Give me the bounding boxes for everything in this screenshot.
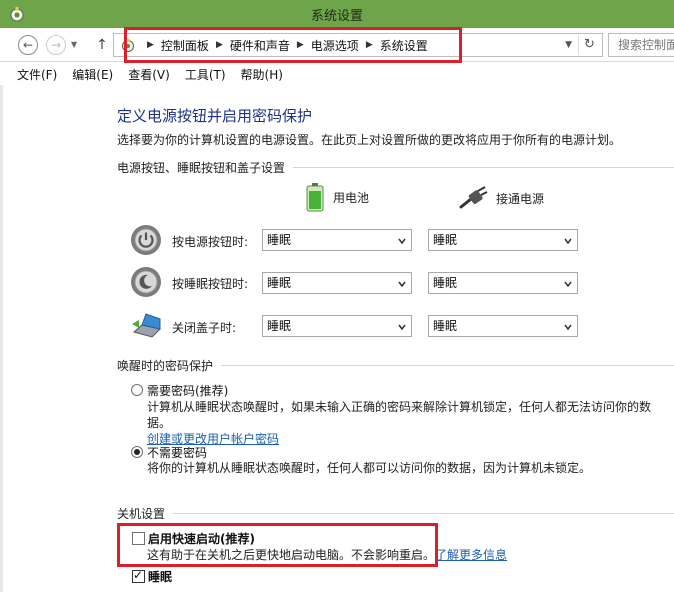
divider xyxy=(173,512,674,514)
chevron-right-icon[interactable]: ▶ xyxy=(216,40,223,50)
no-password-label[interactable]: 不需要密码 xyxy=(147,444,207,461)
navigation-bar: ← → ▼ ↑ ▶ 控制面板 ▶ 硬件和声音 ▶ 电源选项 ▶ 系统设置 ▼ ↻… xyxy=(0,28,674,62)
select-value: 睡眠 xyxy=(267,319,292,333)
description-line: 据。 xyxy=(147,416,172,430)
left-panel-edge xyxy=(0,85,3,592)
page-title: 定义电源按钮并启用密码保护 xyxy=(117,107,313,125)
sleep-button-icon xyxy=(131,267,161,297)
select-value: 睡眠 xyxy=(267,233,292,247)
battery-icon xyxy=(306,183,324,212)
section-header-password: 唤醒时的密码保护 xyxy=(117,357,674,373)
chevron-down-icon xyxy=(564,238,572,245)
refresh-icon[interactable]: ↻ xyxy=(578,35,600,55)
select-value: 睡眠 xyxy=(267,276,292,290)
require-password-label[interactable]: 需要密码(推荐) xyxy=(147,382,228,399)
power-button-plugged-select[interactable]: 睡眠 xyxy=(428,229,578,251)
no-password-radio[interactable] xyxy=(131,446,143,458)
chevron-down-icon xyxy=(398,324,406,331)
section-label: 电源按钮、睡眠按钮和盖子设置 xyxy=(117,160,286,175)
address-bar[interactable]: ▶ 控制面板 ▶ 硬件和声音 ▶ 电源选项 ▶ 系统设置 ▼ ↻ xyxy=(113,33,603,57)
recent-locations-icon[interactable]: ▼ xyxy=(71,40,77,49)
description-line: 计算机从睡眠状态唤醒时，如果未输入正确的密码来解除计算机锁定，任何人都无法访问你… xyxy=(147,400,652,414)
row-label-power-button: 按电源按钮时: xyxy=(172,235,249,249)
power-button-icon xyxy=(131,225,161,255)
menu-help[interactable]: 帮助(H) xyxy=(241,66,283,83)
back-button[interactable]: ← xyxy=(18,35,38,55)
divider xyxy=(221,364,674,366)
power-button-battery-select[interactable]: 睡眠 xyxy=(262,229,412,251)
menu-file[interactable]: 文件(F) xyxy=(17,66,57,83)
breadcrumb-item[interactable]: 控制面板 xyxy=(161,37,209,54)
power-plug-icon xyxy=(459,186,488,209)
require-password-description: 计算机从睡眠状态唤醒时，如果未输入正确的密码来解除计算机锁定，任何人都无法访问你… xyxy=(147,399,651,447)
column-label: 接通电源 xyxy=(496,191,545,206)
section-label: 关机设置 xyxy=(117,506,166,521)
row-label-sleep-button: 按睡眠按钮时: xyxy=(172,277,249,291)
fast-startup-description: 这有助于在关机之后更快地启动电脑。不会影响重启。了解更多信息 xyxy=(147,547,507,563)
title-bar: 系统设置 xyxy=(0,0,674,28)
row-label-lid-close: 关闭盖子时: xyxy=(172,321,237,335)
chevron-down-icon xyxy=(564,281,572,288)
column-header-battery: 用电池 xyxy=(305,182,369,212)
chevron-right-icon: ▶ xyxy=(147,40,154,50)
control-panel-icon xyxy=(122,38,134,52)
section-header-power: 电源按钮、睡眠按钮和盖子设置 xyxy=(117,159,674,175)
section-header-shutdown: 关机设置 xyxy=(117,505,674,521)
select-value: 睡眠 xyxy=(433,319,458,333)
sleep-button-plugged-select[interactable]: 睡眠 xyxy=(428,272,578,294)
learn-more-link[interactable]: 了解更多信息 xyxy=(435,548,507,562)
column-label: 用电池 xyxy=(333,190,370,205)
forward-button[interactable]: → xyxy=(46,35,66,55)
sleep-label[interactable]: 睡眠 xyxy=(148,568,172,585)
laptop-lid-icon xyxy=(132,313,161,338)
search-input[interactable]: 搜索控制面板 xyxy=(608,33,674,57)
lid-close-battery-select[interactable]: 睡眠 xyxy=(262,315,412,337)
sleep-button-battery-select[interactable]: 睡眠 xyxy=(262,272,412,294)
up-icon[interactable]: ↑ xyxy=(94,36,110,54)
breadcrumb-item[interactable]: 硬件和声音 xyxy=(230,37,290,54)
breadcrumb-item[interactable]: 系统设置 xyxy=(380,37,428,54)
require-password-radio[interactable] xyxy=(131,384,143,396)
chevron-down-icon xyxy=(564,324,572,331)
menu-bar: 文件(F) 编辑(E) 查看(V) 工具(T) 帮助(H) xyxy=(0,63,674,85)
description-text: 这有助于在关机之后更快地启动电脑。不会影响重启。 xyxy=(147,548,436,562)
window-title: 系统设置 xyxy=(310,9,363,24)
breadcrumb: ▶ 控制面板 ▶ 硬件和声音 ▶ 电源选项 ▶ 系统设置 xyxy=(140,34,428,56)
chevron-down-icon[interactable]: ▼ xyxy=(565,36,572,54)
fast-startup-label[interactable]: 启用快速启动(推荐) xyxy=(148,530,255,547)
column-header-plugged: 接通电源 xyxy=(458,185,544,211)
chevron-down-icon xyxy=(398,281,406,288)
sleep-checkbox[interactable] xyxy=(132,568,145,583)
divider xyxy=(293,166,674,168)
chevron-right-icon[interactable]: ▶ xyxy=(366,40,373,50)
select-value: 睡眠 xyxy=(433,276,458,290)
menu-tools[interactable]: 工具(T) xyxy=(185,66,226,83)
section-label: 唤醒时的密码保护 xyxy=(117,358,214,373)
no-password-description: 将你的计算机从睡眠状态唤醒时，任何人都可以访问你的数据，因为计算机未锁定。 xyxy=(147,461,592,475)
breadcrumb-item[interactable]: 电源选项 xyxy=(311,37,359,54)
chevron-right-icon[interactable]: ▶ xyxy=(297,40,304,50)
fast-startup-checkbox[interactable] xyxy=(132,532,145,545)
lid-close-plugged-select[interactable]: 睡眠 xyxy=(428,315,578,337)
page-description: 选择要为你的计算机设置的电源设置。在此页上对设置所做的更改将应用于你所有的电源计… xyxy=(117,133,622,147)
menu-edit[interactable]: 编辑(E) xyxy=(72,66,113,83)
chevron-down-icon xyxy=(398,238,406,245)
menu-view[interactable]: 查看(V) xyxy=(128,66,170,83)
select-value: 睡眠 xyxy=(433,233,458,247)
